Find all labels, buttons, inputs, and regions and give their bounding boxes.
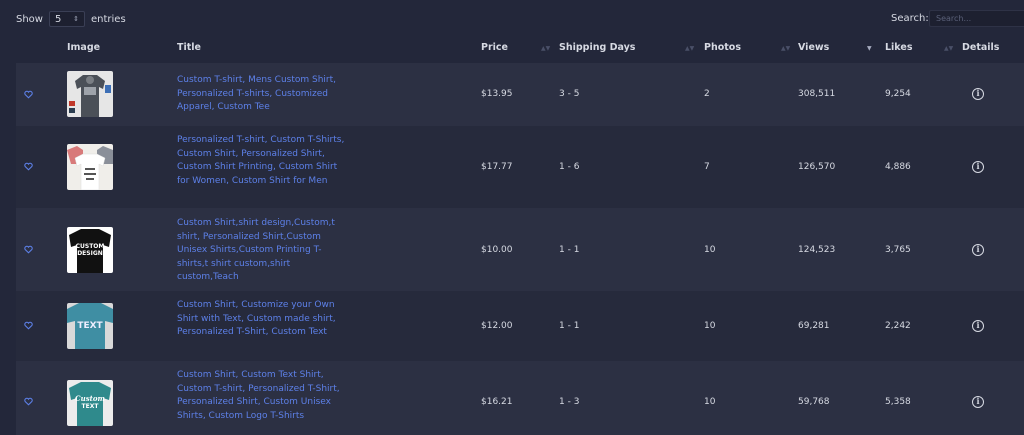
price: $13.95 xyxy=(481,89,513,99)
photos-count: 7 xyxy=(704,162,710,172)
image-text-line: CUSTOM xyxy=(75,243,105,250)
product-image[interactable] xyxy=(67,71,113,117)
info-icon[interactable]: i xyxy=(972,244,984,256)
sort-icon[interactable]: ▲▼ xyxy=(685,45,694,52)
likes-count: 3,765 xyxy=(885,245,911,255)
shirt-image xyxy=(69,75,111,117)
photos-count: 10 xyxy=(704,397,716,407)
views-count: 124,523 xyxy=(798,245,836,255)
product-image[interactable] xyxy=(67,144,113,190)
search-input[interactable] xyxy=(929,10,1024,27)
table-controls: Show 5 ⇕ entries Search: xyxy=(0,0,1024,36)
price: $12.00 xyxy=(481,321,513,331)
views-count: 59,768 xyxy=(798,397,830,407)
image-text-line: DESIGN xyxy=(77,250,103,257)
price: $16.21 xyxy=(481,397,513,407)
price: $17.77 xyxy=(481,162,513,172)
info-icon[interactable]: i xyxy=(972,161,984,173)
product-image[interactable]: TEXT xyxy=(67,303,113,349)
views-count: 126,570 xyxy=(798,162,836,172)
photos-count: 2 xyxy=(704,89,710,99)
product-image[interactable]: Custom TEXT xyxy=(67,380,113,426)
page-size-control: Show 5 ⇕ entries xyxy=(16,11,126,27)
page-size-value: 5 xyxy=(54,13,62,25)
info-icon[interactable]: i xyxy=(972,88,984,100)
product-title-link[interactable]: Custom T-shirt, Mens Custom Shirt, Perso… xyxy=(177,74,347,115)
shipping-days: 1 - 3 xyxy=(559,397,580,407)
table-row: CUSTOM DESIGN Custom Shirt,shirt design,… xyxy=(16,208,1024,291)
likes-count: 9,254 xyxy=(885,89,911,99)
col-image: Image xyxy=(67,42,101,53)
page-size-select[interactable]: 5 ⇕ xyxy=(48,11,85,27)
heart-icon[interactable] xyxy=(24,162,33,171)
image-text-line: Custom xyxy=(75,394,105,403)
product-title-link[interactable]: Custom Shirt, Custom Text Shirt, Custom … xyxy=(177,369,347,423)
views-count: 308,511 xyxy=(798,89,836,99)
shipping-days: 1 - 1 xyxy=(559,245,580,255)
likes-count: 2,242 xyxy=(885,321,911,331)
sort-icon[interactable]: ▲▼ xyxy=(781,45,790,52)
heart-icon[interactable] xyxy=(24,321,33,330)
sort-icon[interactable]: ▲▼ xyxy=(541,45,550,52)
info-icon[interactable]: i xyxy=(972,320,984,332)
product-title-link[interactable]: Custom Shirt,shirt design,Custom,t shirt… xyxy=(177,217,347,285)
col-shipping-days[interactable]: Shipping Days xyxy=(559,42,635,53)
shipping-days: 1 - 6 xyxy=(559,162,580,172)
show-label: Show xyxy=(16,13,43,25)
image-text-line: TEXT xyxy=(81,403,99,410)
price: $10.00 xyxy=(481,245,513,255)
col-details: Details xyxy=(962,42,1000,53)
table-row: Custom TEXT Custom Shirt, Custom Text Sh… xyxy=(16,361,1024,435)
likes-count: 5,358 xyxy=(885,397,911,407)
col-views[interactable]: Views xyxy=(798,42,829,53)
heart-icon[interactable] xyxy=(24,245,33,254)
likes-count: 4,886 xyxy=(885,162,911,172)
search-label: Search: xyxy=(891,13,929,24)
photos-count: 10 xyxy=(704,321,716,331)
product-image[interactable]: CUSTOM DESIGN xyxy=(67,227,113,273)
views-count: 69,281 xyxy=(798,321,830,331)
table-header: Image Title Price ▲▼ Shipping Days ▲▼ Ph… xyxy=(16,36,1024,63)
col-title[interactable]: Title xyxy=(177,42,201,53)
shirt-image xyxy=(67,146,113,190)
heart-icon[interactable] xyxy=(24,397,33,406)
chevron-updown-icon: ⇕ xyxy=(73,15,79,23)
table-row: Personalized T-shirt, Custom T-Shirts, C… xyxy=(16,126,1024,208)
shipping-days: 1 - 1 xyxy=(559,321,580,331)
image-text-line: TEXT xyxy=(77,321,103,331)
shipping-days: 3 - 5 xyxy=(559,89,580,99)
photos-count: 10 xyxy=(704,245,716,255)
info-icon[interactable]: i xyxy=(972,396,984,408)
table-row: Custom T-shirt, Mens Custom Shirt, Perso… xyxy=(16,63,1024,126)
col-price[interactable]: Price xyxy=(481,42,508,53)
col-likes[interactable]: Likes xyxy=(885,42,912,53)
entries-label: entries xyxy=(90,13,126,25)
sort-icon[interactable]: ▲▼ xyxy=(944,45,953,52)
product-title-link[interactable]: Custom Shirt, Customize your Own Shirt w… xyxy=(177,299,347,340)
heart-icon[interactable] xyxy=(24,90,33,99)
table-row: TEXT Custom Shirt, Customize your Own Sh… xyxy=(16,291,1024,361)
sort-desc-icon[interactable]: ▼ xyxy=(867,45,872,52)
product-title-link[interactable]: Personalized T-shirt, Custom T-Shirts, C… xyxy=(177,134,347,188)
col-photos[interactable]: Photos xyxy=(704,42,741,53)
